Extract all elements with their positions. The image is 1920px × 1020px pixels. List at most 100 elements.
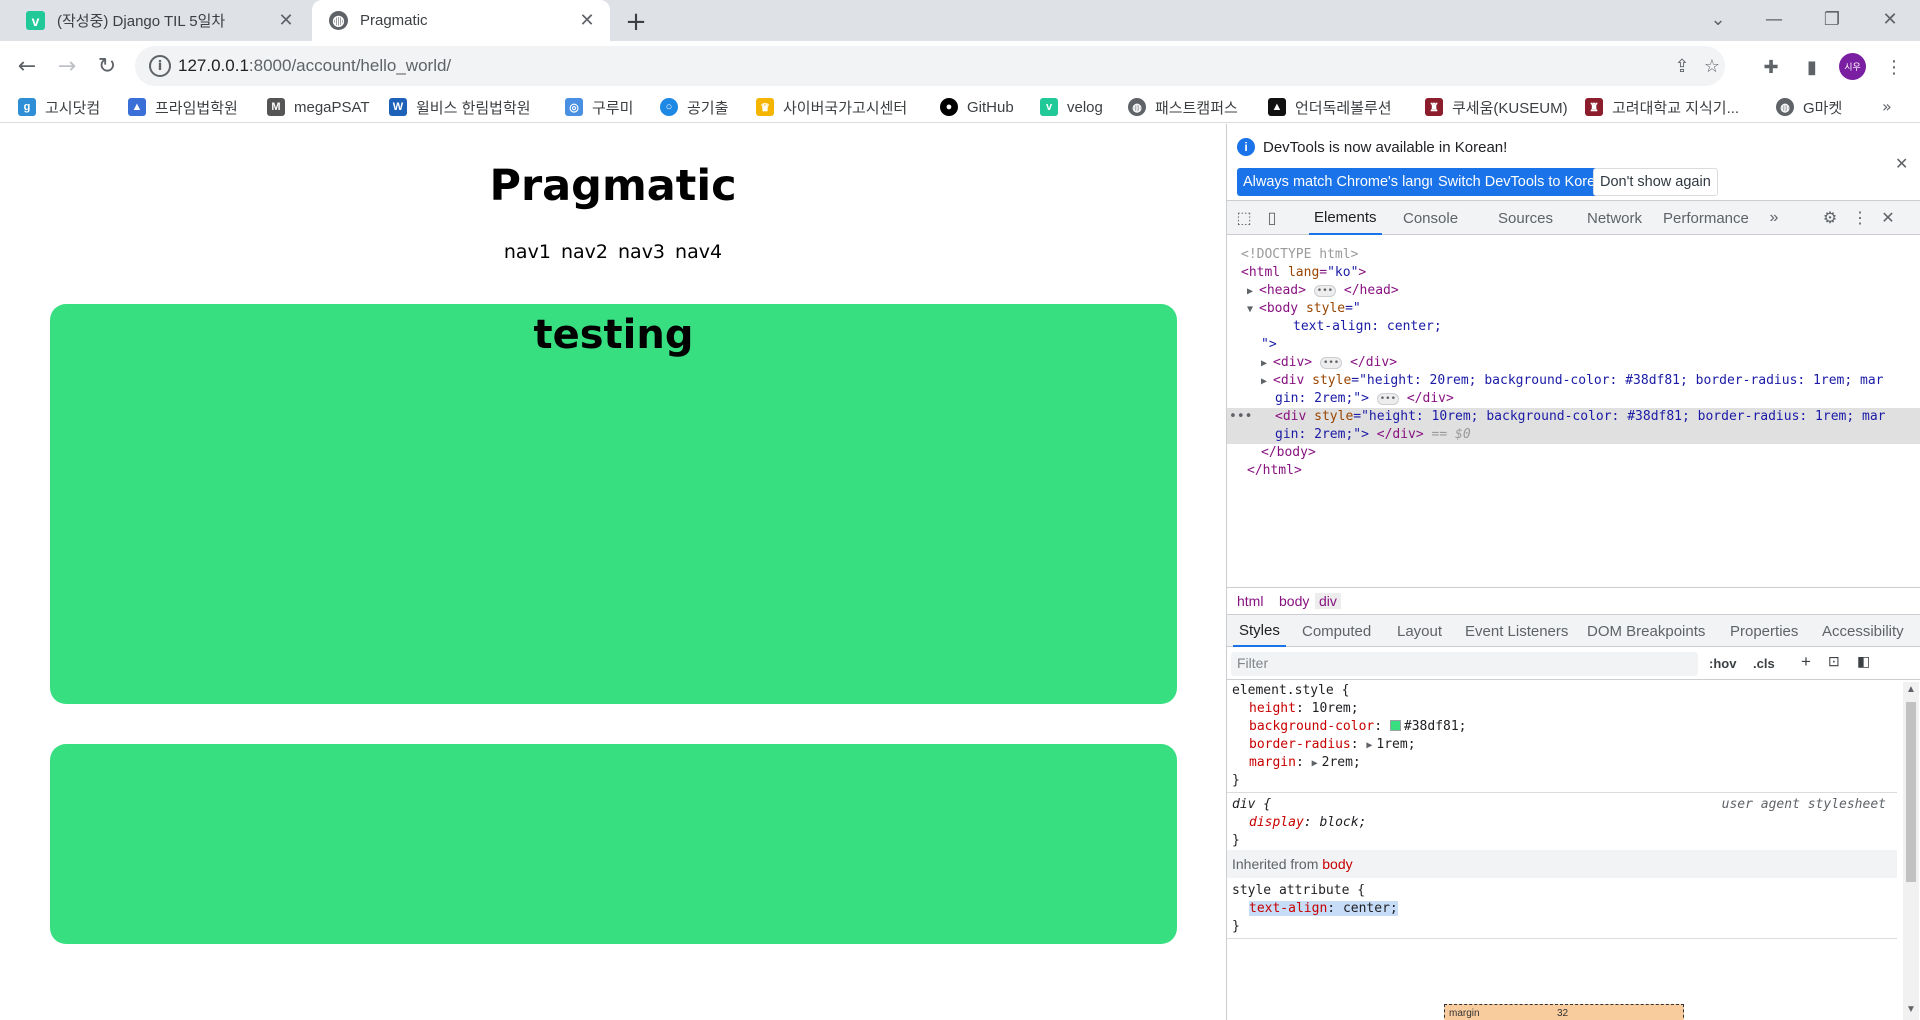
tab-performance[interactable]: Performance <box>1663 201 1749 235</box>
decl-background-color[interactable]: background-color: #38df81; <box>1249 718 1909 736</box>
mega-icon: M <box>267 98 285 116</box>
bookmark-velog[interactable]: v velog <box>1040 95 1103 119</box>
dom-doctype[interactable]: <!DOCTYPE html> <box>1241 246 1920 264</box>
decl-margin[interactable]: margin: ▶ 2rem; <box>1249 754 1909 773</box>
dom-div-nav[interactable]: ▶ <div> ••• </div> <box>1261 354 1920 373</box>
styles-scrollbar[interactable]: ▲ ▼ <box>1903 682 1919 1020</box>
class-toggle[interactable]: .cls <box>1753 656 1775 671</box>
decl-height[interactable]: height: 10rem; <box>1249 700 1909 718</box>
scroll-down-icon[interactable]: ▼ <box>1906 1004 1916 1015</box>
velog-icon: v <box>26 11 45 30</box>
dom-body[interactable]: ▼ <body style=" <box>1247 300 1920 319</box>
reload-button[interactable]: ↻ <box>90 49 124 83</box>
tab-network[interactable]: Network <box>1587 201 1642 235</box>
tab-dom-breakpoints[interactable]: DOM Breakpoints <box>1587 615 1705 647</box>
settings-gear-icon[interactable]: ⚙ <box>1819 207 1841 229</box>
box-model-margin-value[interactable]: 32 <box>1557 1008 1568 1019</box>
dom-div-large[interactable]: ▶ <div style="height: 20rem; background-c… <box>1261 372 1920 391</box>
box-model-label: margin <box>1449 1008 1480 1019</box>
close-tab-icon[interactable]: ✕ <box>574 8 600 34</box>
inspect-element-icon[interactable]: ⬚ <box>1233 207 1255 229</box>
globe-icon: ◍ <box>1128 98 1146 116</box>
close-tab-icon[interactable]: ✕ <box>273 8 299 34</box>
bookmark-star-icon[interactable]: ☆ <box>1700 54 1724 78</box>
bookmark-kuseum[interactable]: ♜ 쿠세움(KUSEUM) <box>1425 95 1568 119</box>
rule-element-style: element.style { <box>1232 683 1350 698</box>
menu-icon[interactable]: ⋮ <box>1880 53 1908 81</box>
tab-sources[interactable]: Sources <box>1498 201 1553 235</box>
device-toolbar-icon[interactable]: ▯ <box>1261 207 1283 229</box>
bookmark-gmarket[interactable]: ◍ G마켓 <box>1776 95 1842 119</box>
bookmark-prime[interactable]: ▲ 프라임법학원 <box>128 95 238 119</box>
dom-body-close[interactable]: </body> <box>1261 444 1920 462</box>
close-devtools-icon[interactable]: ✕ <box>1877 207 1899 229</box>
box-model-diagram: margin 32 <box>1444 1004 1684 1020</box>
kuseum-icon: ♜ <box>1425 98 1443 116</box>
profile-avatar[interactable]: 시우 <box>1839 53 1866 80</box>
decl-border-radius[interactable]: border-radius: ▶ 1rem; <box>1249 736 1909 755</box>
tab-computed[interactable]: Computed <box>1302 615 1371 647</box>
back-button[interactable]: ← <box>10 49 44 83</box>
url-text[interactable]: 127.0.0.1:8000/account/hello_world/ <box>178 56 451 76</box>
tab-pragmatic[interactable]: ◍ Pragmatic ✕ <box>312 0 610 41</box>
inherited-from-link[interactable]: body <box>1322 856 1352 872</box>
tab-title: Pragmatic <box>360 12 428 29</box>
dom-head[interactable]: ▶ <head> ••• </head> <box>1247 282 1920 301</box>
rule-source: user agent stylesheet <box>1721 797 1886 812</box>
bookmark-fastcampus[interactable]: ◍ 패스트캠퍼스 <box>1128 95 1238 119</box>
hover-state-toggle[interactable]: :hov <box>1709 656 1736 671</box>
tab-elements[interactable]: Elements <box>1309 201 1382 235</box>
bookmark-korea-univ[interactable]: ♜ 고려대학교 지식기... <box>1585 95 1739 119</box>
crumb-html[interactable]: html <box>1233 593 1267 609</box>
decl-text-align[interactable]: text-align: center; <box>1249 900 1909 918</box>
bookmark-gonggichul[interactable]: ○ 공기출 <box>660 95 728 119</box>
customize-menu-icon[interactable]: ⋮ <box>1849 207 1871 229</box>
bookmark-willbes[interactable]: W 윌비스 한림법학원 <box>389 95 531 119</box>
gurumi-icon: ◎ <box>565 98 583 116</box>
tab-django-til[interactable]: v (작성중) Django TIL 5일차 ✕ <box>9 0 309 41</box>
styles-tab-bar: Styles Computed Layout Event Listeners D… <box>1227 614 1920 647</box>
scrollbar-thumb[interactable] <box>1906 702 1916 882</box>
styles-filter-input[interactable]: Filter <box>1231 652 1698 676</box>
tab-accessibility[interactable]: Accessibility <box>1822 615 1904 647</box>
bookmarks-overflow-icon[interactable]: » <box>1882 97 1892 116</box>
paint-brush-icon[interactable]: ⊡ <box>1828 653 1840 670</box>
tab-styles[interactable]: Styles <box>1233 615 1286 647</box>
address-bar[interactable]: i 127.0.0.1:8000/account/hello_world/ ⇪ … <box>135 46 1725 86</box>
close-window-button[interactable]: ✕ <box>1862 0 1918 38</box>
extensions-icon[interactable]: ✚ <box>1757 53 1785 81</box>
tab-layout[interactable]: Layout <box>1397 615 1442 647</box>
bookmark-megapsat[interactable]: MmegaPSAT <box>267 95 370 119</box>
new-rule-icon[interactable]: + <box>1801 652 1811 672</box>
bookmark-gurumi[interactable]: ◎ 구루미 <box>565 95 633 119</box>
dom-html-close[interactable]: </html> <box>1247 462 1920 480</box>
tab-event-listeners[interactable]: Event Listeners <box>1465 615 1568 647</box>
tab-console[interactable]: Console <box>1403 201 1458 235</box>
crumb-div[interactable]: div <box>1315 593 1341 609</box>
crumb-body[interactable]: body <box>1275 593 1313 609</box>
styles-filter-bar: Filter :hov .cls + ⊡ ◧ <box>1227 648 1920 680</box>
green-box-large: testing <box>50 304 1177 704</box>
browser-toolbar: ← → ↻ i 127.0.0.1:8000/account/hello_wor… <box>0 41 1920 91</box>
forward-button[interactable]: → <box>50 49 84 83</box>
bookmark-cyber[interactable]: ♛ 사이버국가고시센터 <box>756 95 907 119</box>
minimize-button[interactable]: — <box>1746 0 1802 38</box>
tab-search-icon[interactable]: ⌄ <box>1690 0 1746 38</box>
share-icon[interactable]: ⇪ <box>1670 54 1694 78</box>
color-swatch[interactable] <box>1389 720 1401 731</box>
dom-html[interactable]: <html lang="ko"> <box>1241 264 1920 282</box>
scroll-up-icon[interactable]: ▲ <box>1906 684 1916 695</box>
close-banner-icon[interactable]: ✕ <box>1895 154 1908 174</box>
toggle-sidebar-icon[interactable]: ◧ <box>1857 653 1870 670</box>
tab-properties[interactable]: Properties <box>1730 615 1798 647</box>
bookmark-github[interactable]: ● GitHub <box>940 95 1014 119</box>
more-tabs-icon[interactable]: » <box>1763 207 1785 229</box>
side-panel-icon[interactable]: ▮ <box>1798 53 1826 81</box>
switch-korean-button[interactable]: Switch DevTools to Korean <box>1432 168 1618 196</box>
bookmark-underdog[interactable]: ▲ 언더독레볼루션 <box>1268 95 1392 119</box>
bookmark-gosi[interactable]: g 고시닷컴 <box>18 95 100 119</box>
restore-button[interactable]: ❐ <box>1804 0 1860 38</box>
new-tab-button[interactable]: + <box>620 6 652 38</box>
site-info-icon[interactable]: i <box>149 55 171 77</box>
dont-show-again-button[interactable]: Don't show again <box>1593 168 1718 196</box>
